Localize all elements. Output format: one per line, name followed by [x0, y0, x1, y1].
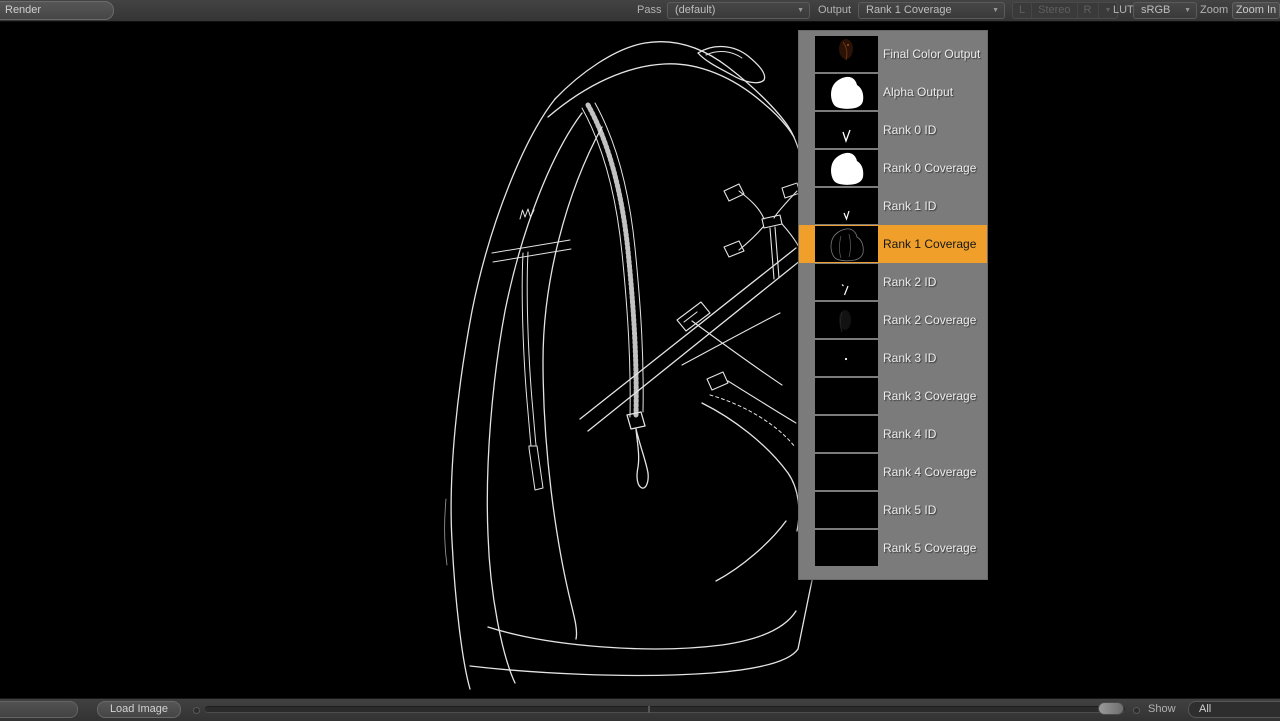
thumbnail-preview-icon — [815, 302, 878, 338]
output-menu-item[interactable]: Rank 5 ID — [799, 491, 987, 529]
output-thumbnail — [815, 302, 878, 338]
output-thumbnail — [815, 454, 878, 490]
output-menu-item[interactable]: Rank 3 Coverage — [799, 377, 987, 415]
lut-dropdown[interactable]: sRGB ▼ — [1133, 2, 1197, 19]
chevron-down-icon: ▼ — [992, 3, 999, 18]
top-toolbar: Render Pass (default) ▼ Output Rank 1 Co… — [0, 0, 1280, 22]
thumbnail-preview-icon — [815, 74, 878, 110]
render-button[interactable]: Render — [0, 1, 114, 20]
output-menu: Final Color Output — [798, 30, 988, 580]
render-button-label: Render — [5, 4, 41, 16]
chevron-down-icon: ▼ — [1184, 3, 1191, 18]
show-filter-dropdown[interactable]: All — [1188, 701, 1280, 718]
output-menu-item-label: Rank 0 Coverage — [883, 161, 976, 175]
output-menu-item-label: Rank 1 ID — [883, 199, 936, 213]
output-menu-item[interactable]: Rank 2 Coverage — [799, 301, 987, 339]
output-menu-item-label: Rank 3 ID — [883, 351, 936, 365]
stereo-left-button[interactable]: L — [1013, 3, 1032, 18]
output-menu-item-label: Rank 1 Coverage — [883, 237, 976, 251]
output-menu-item[interactable]: Rank 2 ID — [799, 263, 987, 301]
thumbnail-preview-icon — [815, 378, 878, 414]
bottom-toolbar: Load Image Show All — [0, 698, 1280, 721]
output-thumbnail — [815, 188, 878, 224]
output-thumbnail — [815, 530, 878, 566]
thumbnail-preview-icon — [815, 226, 878, 262]
stereo-button-group: L Stereo R ▼ — [1012, 2, 1118, 19]
output-menu-item[interactable]: Rank 4 Coverage — [799, 453, 987, 491]
output-menu-item[interactable]: Alpha Output — [799, 73, 987, 111]
output-thumbnail — [815, 378, 878, 414]
thumbnail-preview-icon — [815, 264, 878, 300]
frame-slider-marker — [648, 706, 650, 713]
output-thumbnail — [815, 340, 878, 376]
thumbnail-preview-icon — [815, 416, 878, 452]
thumbnail-preview-icon — [815, 150, 878, 186]
output-thumbnail — [815, 112, 878, 148]
output-menu-item-label: Rank 5 ID — [883, 503, 936, 517]
output-menu-item-label: Rank 2 Coverage — [883, 313, 976, 327]
slider-start-dot-icon — [193, 707, 200, 714]
output-menu-item-label: Rank 0 ID — [883, 123, 936, 137]
output-menu-item[interactable]: Rank 5 Coverage — [799, 529, 987, 567]
output-dropdown[interactable]: Rank 1 Coverage ▼ — [858, 2, 1005, 19]
output-thumbnail — [815, 74, 878, 110]
pass-dropdown[interactable]: (default) ▼ — [667, 2, 810, 19]
render-monitor-window: { "toolbar": { "render_label": "Render",… — [0, 0, 1280, 720]
pass-dropdown-value: (default) — [675, 4, 715, 16]
output-menu-item[interactable]: Rank 1 Coverage — [799, 225, 987, 263]
thumbnail-preview-icon — [815, 530, 878, 566]
output-menu-item-label: Rank 5 Coverage — [883, 541, 976, 555]
thumbnail-preview-icon — [815, 188, 878, 224]
render-viewport[interactable] — [0, 21, 1280, 698]
frame-slider-handle[interactable] — [1098, 702, 1124, 715]
output-menu-item-label: Rank 4 Coverage — [883, 465, 976, 479]
thumbnail-preview-icon — [815, 112, 878, 148]
output-menu-item-label: Rank 2 ID — [883, 275, 936, 289]
output-menu-item-label: Rank 4 ID — [883, 427, 936, 441]
output-thumbnail — [815, 416, 878, 452]
output-menu-item[interactable]: Rank 4 ID — [799, 415, 987, 453]
thumbnail-preview-icon — [815, 36, 878, 72]
show-label: Show — [1148, 699, 1176, 720]
frame-slider-track[interactable] — [205, 706, 1125, 713]
output-menu-item-label: Final Color Output — [883, 47, 980, 61]
thumbnail-preview-icon — [815, 492, 878, 528]
output-menu-item-label: Rank 3 Coverage — [883, 389, 976, 403]
output-menu-item[interactable]: Rank 3 ID — [799, 339, 987, 377]
thumbnail-preview-icon — [815, 340, 878, 376]
zoom-label: Zoom — [1200, 0, 1228, 21]
zoom-in-button[interactable]: Zoom In — [1232, 2, 1280, 19]
output-thumbnail — [815, 226, 878, 262]
chevron-down-icon: ▼ — [797, 3, 804, 18]
catalog-dropdown[interactable] — [0, 701, 78, 718]
output-menu-item-label: Alpha Output — [883, 85, 953, 99]
output-menu-item[interactable]: Final Color Output — [799, 35, 987, 73]
stereo-right-button[interactable]: R — [1078, 3, 1099, 18]
lut-label: LUT — [1113, 0, 1134, 21]
thumbnail-preview-icon — [815, 454, 878, 490]
output-menu-item[interactable]: Rank 0 Coverage — [799, 149, 987, 187]
slider-end-dot-icon — [1133, 707, 1140, 714]
load-image-button[interactable]: Load Image — [97, 701, 181, 718]
output-menu-item[interactable]: Rank 0 ID — [799, 111, 987, 149]
output-thumbnail — [815, 36, 878, 72]
lut-dropdown-value: sRGB — [1141, 4, 1170, 16]
output-thumbnail — [815, 150, 878, 186]
output-menu-item[interactable]: Rank 1 ID — [799, 187, 987, 225]
output-thumbnail — [815, 264, 878, 300]
pass-label: Pass — [637, 0, 661, 21]
output-label: Output — [818, 0, 851, 21]
output-thumbnail — [815, 492, 878, 528]
stereo-button[interactable]: Stereo — [1032, 3, 1077, 18]
backpack-wireframe — [430, 21, 850, 691]
output-dropdown-value: Rank 1 Coverage — [866, 4, 952, 16]
